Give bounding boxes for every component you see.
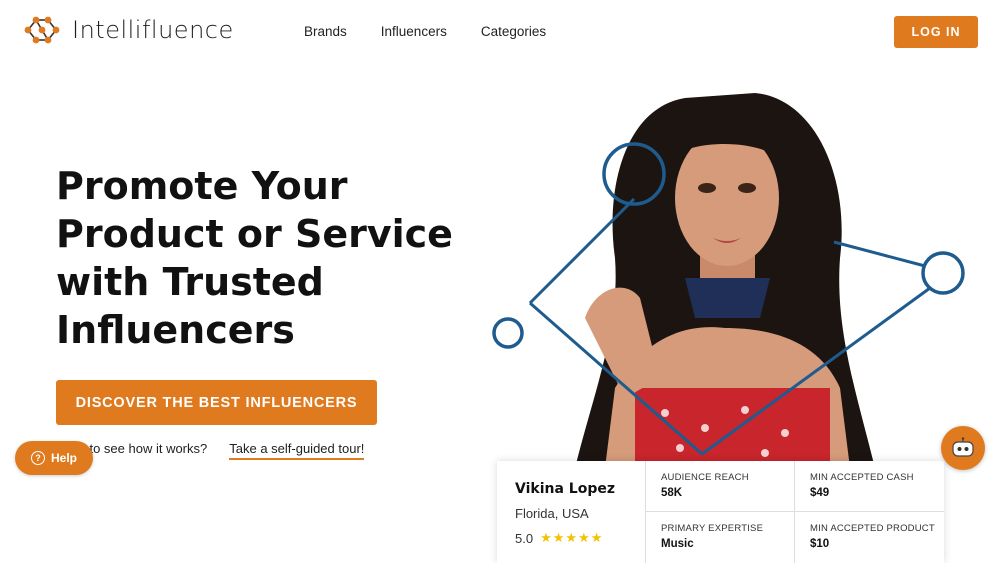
main-nav: Brands Influencers Categories	[304, 24, 546, 39]
influencer-location: Florida, USA	[515, 506, 589, 521]
influencer-card[interactable]: Vikina Lopez Florida, USA 5.0 ★★★★★ AUDI…	[497, 461, 944, 563]
stat-value: 58K	[661, 487, 683, 499]
stat-min-accepted-cash: MIN ACCEPTED CASH $49	[795, 461, 944, 512]
network-lines-graphic	[492, 142, 965, 456]
stat-label: AUDIENCE REACH	[661, 472, 749, 483]
influencer-stats: AUDIENCE REACH 58K MIN ACCEPTED CASH $49…	[645, 461, 944, 563]
stat-label: MIN ACCEPTED PRODUCT	[810, 523, 935, 534]
nav-influencers[interactable]: Influencers	[381, 24, 447, 39]
influencer-rating: 5.0 ★★★★★	[515, 530, 627, 546]
help-label: Help	[50, 451, 77, 465]
star-icon: ★★★★★	[540, 530, 604, 545]
hero-title: Promote Your Product or Service with Tru…	[56, 164, 453, 352]
chat-bot-button[interactable]	[941, 426, 985, 470]
stat-primary-expertise: PRIMARY EXPERTISE Music	[646, 512, 795, 563]
discover-influencers-button[interactable]: DISCOVER THE BEST INFLUENCERS	[56, 380, 377, 425]
stat-value: Music	[661, 538, 694, 550]
rating-value: 5.0	[515, 530, 534, 546]
stat-label: MIN ACCEPTED CASH	[810, 472, 914, 483]
influencer-summary: Vikina Lopez Florida, USA 5.0 ★★★★★	[497, 461, 645, 563]
logo-network-icon	[24, 16, 60, 44]
tour-row: Want to see how it works? Take a self-gu…	[56, 441, 365, 460]
logo-text: Intellifluence	[72, 16, 234, 44]
login-button[interactable]: LOG IN	[894, 16, 978, 48]
stat-value: $10	[810, 538, 830, 550]
nav-categories[interactable]: Categories	[481, 24, 546, 39]
stat-value: $49	[810, 487, 830, 499]
logo[interactable]: Intellifluence	[22, 14, 234, 46]
help-button[interactable]: ? Help	[15, 441, 93, 475]
self-guided-tour-link[interactable]: Take a self-guided tour!	[229, 441, 365, 460]
nav-brands[interactable]: Brands	[304, 24, 347, 39]
help-question-icon: ?	[30, 451, 45, 465]
chat-bot-icon	[952, 437, 974, 457]
stat-label: PRIMARY EXPERTISE	[661, 523, 764, 534]
influencer-name: Vikina Lopez	[515, 481, 615, 497]
stat-audience-reach: AUDIENCE REACH 58K	[646, 461, 795, 512]
stat-min-accepted-product: MIN ACCEPTED PRODUCT $10	[795, 512, 944, 563]
